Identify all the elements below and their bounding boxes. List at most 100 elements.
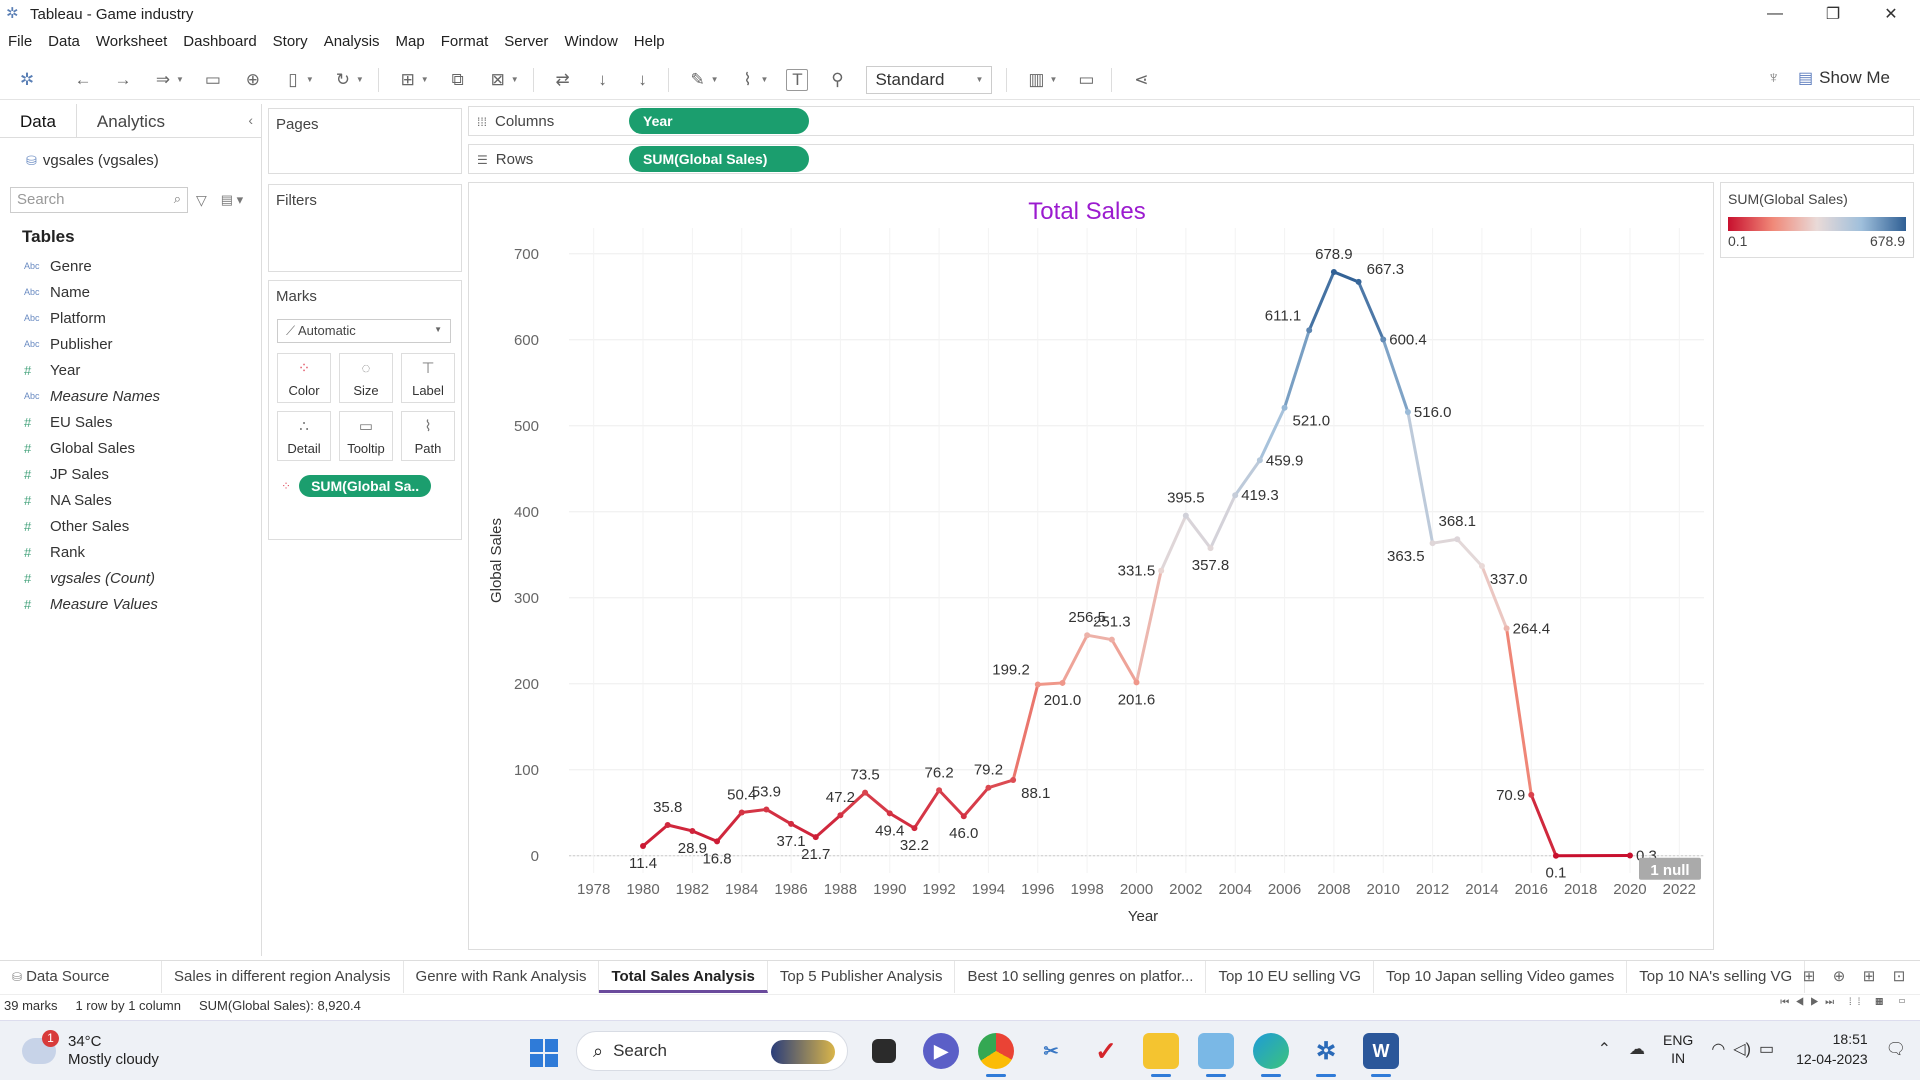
- highlight-dropdown-icon[interactable]: ▼: [711, 75, 719, 84]
- sheet-tab[interactable]: Top 5 Publisher Analysis: [768, 960, 956, 993]
- menu-help[interactable]: Help: [634, 30, 665, 54]
- windows-start-icon[interactable]: [530, 1039, 558, 1067]
- tableau-home-icon[interactable]: ✲: [16, 70, 38, 90]
- detail-button[interactable]: ∴ Detail: [277, 411, 331, 461]
- show-mark-labels-icon[interactable]: T: [786, 68, 809, 91]
- view-options-icon[interactable]: ▤ ▾: [221, 192, 243, 208]
- onedrive-icon[interactable]: ☁: [1629, 1039, 1645, 1059]
- new-dashboard-icon[interactable]: ⊞: [1854, 961, 1884, 993]
- show-me-button[interactable]: ▤ Show Me: [1798, 68, 1890, 88]
- filters-shelf[interactable]: Filters: [268, 184, 462, 272]
- field-item[interactable]: # Rank: [24, 539, 261, 565]
- weather-widget[interactable]: 1 34°C Mostly cloudy: [22, 1030, 159, 1069]
- field-item[interactable]: # Year: [24, 357, 261, 383]
- share-icon[interactable]: ⋖: [1130, 70, 1152, 90]
- sort-ascending-icon[interactable]: ↓: [592, 70, 614, 90]
- new-worksheet-dropdown-icon[interactable]: ▼: [421, 75, 429, 84]
- field-item[interactable]: Abc Measure Names: [24, 383, 261, 409]
- menu-worksheet[interactable]: Worksheet: [96, 30, 167, 54]
- volume-icon[interactable]: ◁): [1733, 1039, 1751, 1059]
- pause-updates-icon[interactable]: ▯: [282, 70, 304, 90]
- new-worksheet-icon[interactable]: ⊞: [397, 70, 419, 90]
- field-item[interactable]: Abc Name: [24, 279, 261, 305]
- columns-pill[interactable]: Year: [629, 108, 809, 134]
- color-button[interactable]: ⁘ Color: [277, 353, 331, 403]
- tooltip-button[interactable]: ▭ Tooltip: [339, 411, 393, 461]
- columns-shelf[interactable]: ⁞⁞⁞ Columns Year: [468, 106, 1914, 136]
- task-view-icon[interactable]: [872, 1039, 896, 1063]
- notifications-icon[interactable]: 🗨: [1886, 1039, 1906, 1059]
- sheet-tab[interactable]: Genre with Rank Analysis: [404, 960, 600, 993]
- collapse-pane-icon[interactable]: ‹: [248, 112, 253, 128]
- field-item[interactable]: # NA Sales: [24, 487, 261, 513]
- sort-descending-icon[interactable]: ↓: [632, 70, 654, 90]
- menu-format[interactable]: Format: [441, 30, 489, 54]
- taskbar-search[interactable]: ⌕ Search: [576, 1031, 848, 1071]
- antivirus-icon[interactable]: ✓: [1088, 1033, 1124, 1069]
- battery-icon[interactable]: ▭: [1759, 1039, 1774, 1059]
- chart-view[interactable]: Total Sales 0 100 200 300 400 500 600 700 1978 198…: [468, 182, 1714, 950]
- field-item[interactable]: Abc Platform: [24, 305, 261, 331]
- presentation-mode-icon[interactable]: ▭: [1075, 70, 1097, 90]
- teams-icon[interactable]: ▶: [923, 1033, 959, 1069]
- duplicate-sheet-icon[interactable]: ⧉: [447, 70, 469, 90]
- sheet-nav-icons[interactable]: ⏮◀▶⏭ ⁞⁞ ▦ ▭: [1780, 997, 1912, 1008]
- rows-shelf[interactable]: ☰ Rows SUM(Global Sales): [468, 144, 1914, 174]
- swap-rows-columns-icon[interactable]: ⇄: [552, 70, 574, 90]
- pause-dropdown-icon[interactable]: ▼: [306, 75, 314, 84]
- new-story-icon[interactable]: ⊡: [1884, 961, 1914, 993]
- chrome-icon[interactable]: [978, 1033, 1014, 1077]
- redo-icon[interactable]: →: [112, 70, 134, 90]
- word-icon[interactable]: W: [1363, 1033, 1399, 1077]
- field-item[interactable]: # Other Sales: [24, 513, 261, 539]
- tab-analytics[interactable]: Analytics: [75, 104, 236, 137]
- refresh-icon[interactable]: ↻: [332, 70, 354, 90]
- clear-sheet-icon[interactable]: ⊠: [487, 70, 509, 90]
- field-item[interactable]: # vgsales (Count): [24, 565, 261, 591]
- sheet-tab-active[interactable]: Total Sales Analysis: [599, 960, 768, 993]
- minimize-button[interactable]: —: [1746, 0, 1804, 28]
- field-item[interactable]: # Global Sales: [24, 435, 261, 461]
- size-button[interactable]: ◌ Size: [339, 353, 393, 403]
- path-button[interactable]: ⌇ Path: [401, 411, 455, 461]
- menu-dashboard[interactable]: Dashboard: [183, 30, 256, 54]
- close-button[interactable]: ✕: [1862, 0, 1920, 28]
- clear-dropdown-icon[interactable]: ▼: [511, 75, 519, 84]
- new-datasource-icon[interactable]: ⊞: [1794, 961, 1824, 993]
- show-cards-dropdown-icon[interactable]: ▼: [1049, 75, 1057, 84]
- present-icon[interactable]: ♆: [1767, 68, 1780, 88]
- search-field[interactable]: Search ⌕: [10, 187, 188, 213]
- mark-type-select[interactable]: ⟋ Automatic ▼: [277, 319, 451, 343]
- pages-shelf[interactable]: Pages: [268, 108, 462, 174]
- sheet-tab[interactable]: Sales in different region Analysis: [162, 960, 404, 993]
- tab-data[interactable]: Data: [0, 104, 76, 137]
- rows-pill[interactable]: SUM(Global Sales): [629, 146, 809, 172]
- undo-icon[interactable]: ←: [72, 70, 94, 90]
- menu-story[interactable]: Story: [273, 30, 308, 54]
- menu-map[interactable]: Map: [396, 30, 425, 54]
- edge-icon[interactable]: [1253, 1033, 1289, 1077]
- snipping-tool-icon[interactable]: ✂: [1033, 1033, 1069, 1069]
- file-explorer-icon[interactable]: [1143, 1033, 1179, 1077]
- menu-analysis[interactable]: Analysis: [324, 30, 380, 54]
- menu-data[interactable]: Data: [48, 30, 80, 54]
- tab-data-source[interactable]: ⛁ Data Source: [0, 960, 162, 993]
- fix-axes-icon[interactable]: ⚲: [826, 70, 848, 90]
- field-item[interactable]: # Measure Values: [24, 591, 261, 617]
- line-chart[interactable]: Total Sales 0 100 200 300 400 500 600 700 1978 198…: [469, 183, 1713, 949]
- filter-icon[interactable]: ▽: [196, 192, 207, 209]
- photos-icon[interactable]: [1198, 1033, 1234, 1077]
- replay-dropdown-icon[interactable]: ▼: [176, 75, 184, 84]
- show-cards-icon[interactable]: ▥: [1025, 70, 1047, 90]
- datasource-item[interactable]: ⛁ vgsales (vgsales): [26, 152, 261, 169]
- wifi-icon[interactable]: ◠: [1711, 1039, 1725, 1059]
- label-button[interactable]: ⊤ Label: [401, 353, 455, 403]
- save-icon[interactable]: ▭: [202, 70, 224, 90]
- fit-select[interactable]: Standard ▼: [866, 65, 993, 94]
- sheet-tab[interactable]: Top 10 NA's selling VG: [1627, 960, 1806, 993]
- field-item[interactable]: # JP Sales: [24, 461, 261, 487]
- menu-window[interactable]: Window: [564, 30, 617, 54]
- language-indicator[interactable]: ENG IN: [1663, 1031, 1693, 1067]
- sheet-tab[interactable]: Top 10 EU selling VG: [1206, 960, 1375, 993]
- marks-color-pill[interactable]: SUM(Global Sa..: [299, 475, 432, 497]
